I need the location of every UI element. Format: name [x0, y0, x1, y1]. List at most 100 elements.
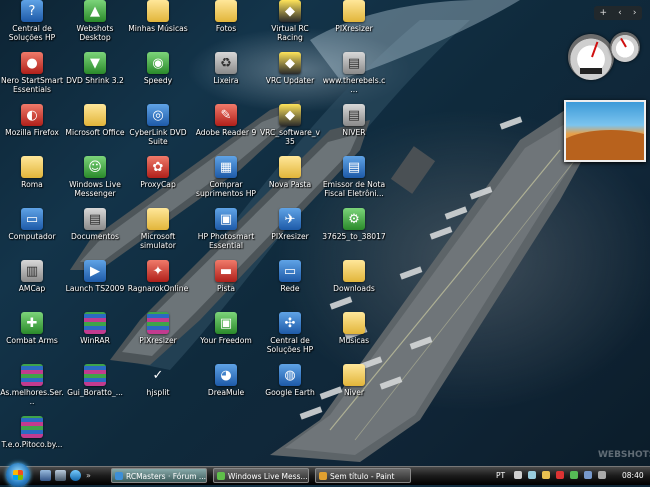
desktop-shortcut[interactable]: ♻ Lixeira: [194, 52, 258, 85]
update-tray-icon[interactable]: [584, 471, 592, 479]
volume-tray-icon[interactable]: [542, 471, 550, 479]
desktop-shortcut[interactable]: ✈ PIXresizer: [258, 208, 322, 241]
desktop-shortcut[interactable]: ◎ CyberLink DVD Suite: [126, 104, 190, 146]
desktop-shortcut[interactable]: ▥ AMCap: [0, 260, 64, 293]
desktop-shortcut[interactable]: Roma: [0, 156, 64, 189]
switch-windows-icon[interactable]: [55, 470, 66, 481]
taskbar-button-messenger[interactable]: Windows Live Mess...: [213, 468, 309, 483]
desktop-shortcut[interactable]: ◍ Google Earth: [258, 364, 322, 397]
desktop-shortcut[interactable]: As.melhores.Ser...: [0, 364, 64, 406]
ie-icon[interactable]: [70, 470, 81, 481]
desktop-shortcut-label: Fotos: [215, 24, 237, 33]
desktop-shortcut[interactable]: Nova Pasta: [258, 156, 322, 189]
desktop-shortcut[interactable]: ▭ Rede: [258, 260, 322, 293]
misc-tray-icon[interactable]: [598, 471, 606, 479]
desktop-shortcut-label: Speedy: [143, 76, 173, 85]
desktop-shortcut-label: Microsoft Office: [65, 128, 125, 137]
quick-launch-overflow-icon[interactable]: »: [86, 470, 92, 481]
desktop-shortcut[interactable]: Minhas Músicas: [126, 0, 190, 33]
desktop-shortcut[interactable]: ▭ Computador: [0, 208, 64, 241]
desktop-shortcut[interactable]: WinRAR: [63, 312, 127, 345]
desktop-shortcut[interactable]: ▤ Emissor de Nota Fiscal Eletrôni...: [322, 156, 386, 198]
paint-icon: [319, 472, 327, 480]
desktop-shortcut[interactable]: ▤ Documentos: [63, 208, 127, 241]
adobe-reader-icon: ✎: [215, 104, 237, 126]
desktop-shortcut[interactable]: ✎ Adobe Reader 9: [194, 104, 258, 137]
taskbar-button-label: Windows Live Mess...: [228, 472, 308, 481]
antivirus-tray-icon[interactable]: [556, 471, 564, 479]
hp-supplies-icon: ▦: [215, 156, 237, 178]
show-desktop-icon[interactable]: [40, 470, 51, 481]
desktop-shortcut[interactable]: PIXresizer: [322, 0, 386, 33]
desktop-shortcut[interactable]: ◆ Virtual RC Racing: [258, 0, 322, 42]
desktop-shortcut[interactable]: ▤ NIVER: [322, 104, 386, 137]
taskbar-clock[interactable]: 08:40: [622, 468, 644, 483]
desktop-shortcut[interactable]: ▶ Launch TS2009: [63, 260, 127, 293]
tray-arrow-icon[interactable]: [514, 471, 522, 479]
folder-icon: [343, 0, 365, 22]
sidebar-controls[interactable]: + ‹ ›: [594, 6, 642, 20]
desktop-shortcut[interactable]: ◉ Speedy: [126, 52, 190, 85]
desktop-shortcut[interactable]: Fotos: [194, 0, 258, 33]
desktop-shortcut[interactable]: ⚙ 37625_to_38017: [322, 208, 386, 241]
desktop-shortcut[interactable]: Microsoft Office: [63, 104, 127, 137]
desktop-shortcut[interactable]: ✿ ProxyCap: [126, 156, 190, 189]
desktop-shortcut[interactable]: ◆ VRC Updater: [258, 52, 322, 85]
desktop-shortcut[interactable]: ◐ Mozilla Firefox: [0, 104, 64, 137]
desktop-shortcut-label: 37625_to_38017: [322, 232, 386, 241]
desktop-shortcut[interactable]: ● Nero StartSmart Essentials: [0, 52, 64, 94]
desktop-shortcut-label: Nero StartSmart Essentials: [1, 76, 63, 94]
desktop-shortcut-label: DVD Shrink 3.2: [66, 76, 124, 85]
desktop-shortcut-label: ProxyCap: [140, 180, 176, 189]
desktop-shortcut-label: AMCap: [18, 284, 46, 293]
taskbar-button-paint[interactable]: Sem título - Paint: [315, 468, 411, 483]
desktop-shortcut[interactable]: T.e.o.Pitoco.by...: [0, 416, 64, 449]
desktop-shortcut[interactable]: ▣ Your Freedom: [194, 312, 258, 345]
desktop-shortcut[interactable]: Microsoft simulator: [126, 208, 190, 250]
desktop-shortcut-label: Mozilla Firefox: [5, 128, 59, 137]
desktop-shortcut[interactable]: PIXresizer: [126, 312, 190, 345]
desktop-shortcut[interactable]: ▼ DVD Shrink 3.2: [63, 52, 127, 85]
desktop-shortcut[interactable]: ◕ DreaMule: [194, 364, 258, 397]
desktop-shortcut-label: Niver: [343, 388, 365, 397]
desktop-shortcut[interactable]: ▤ www.therebels.c...: [322, 52, 386, 94]
input-language-indicator[interactable]: PT: [496, 468, 505, 483]
cpu-meter-gadget[interactable]: [568, 34, 614, 80]
desktop-shortcut[interactable]: ? Central de Soluções HP: [0, 0, 64, 42]
hp-help-icon: ?: [21, 0, 43, 22]
desktop-shortcut[interactable]: ✣ Central de Soluções HP: [258, 312, 322, 354]
folder-icon: [215, 0, 237, 22]
desktop-shortcut[interactable]: ◆ VRC_software_v35: [258, 104, 322, 146]
proxycap-icon: ✿: [147, 156, 169, 178]
desktop-shortcut[interactable]: ☺ Windows Live Messenger: [63, 156, 127, 198]
folder-icon: [343, 260, 365, 282]
winrar-archive-icon: [147, 312, 169, 334]
next-gadget-icon[interactable]: ›: [633, 6, 637, 20]
document-icon: ▤: [343, 104, 365, 126]
taskbar-button-forum[interactable]: RCMasters · Fórum ...: [111, 468, 207, 483]
desktop-shortcut[interactable]: ▲ Webshots Desktop: [63, 0, 127, 42]
desktop-shortcut[interactable]: Niver: [322, 364, 386, 397]
windows-start-orb[interactable]: [6, 463, 30, 487]
desktop-shortcut[interactable]: ▣ HP Photosmart Essential: [194, 208, 258, 250]
nero-icon: ●: [21, 52, 43, 74]
desktop-shortcut[interactable]: ✦ RagnarokOnline: [126, 260, 190, 293]
vrc-software-icon: ◆: [279, 104, 301, 126]
desktop-shortcut[interactable]: ✚ Combat Arms: [0, 312, 64, 345]
desktop-shortcut[interactable]: ▦ Comprar suprimentos HP: [194, 156, 258, 198]
winrar-icon: [84, 312, 106, 334]
previous-gadget-icon[interactable]: ‹: [618, 6, 622, 20]
network-tray-icon[interactable]: [528, 471, 536, 479]
desktop-shortcut[interactable]: ▬ Pista: [194, 260, 258, 293]
desktop-shortcut[interactable]: Musicas: [322, 312, 386, 345]
desktop-shortcut[interactable]: Downloads: [322, 260, 386, 293]
desktop-shortcut[interactable]: Gui_Boratto_...: [63, 364, 127, 397]
desktop-shortcut[interactable]: ✓ hjsplit: [126, 364, 190, 398]
memory-meter-gadget[interactable]: [610, 32, 640, 62]
desert-photo: [566, 130, 644, 160]
desktop-shortcut-label: Combat Arms: [6, 336, 58, 345]
slideshow-gadget[interactable]: [564, 100, 646, 162]
add-gadget-icon[interactable]: +: [600, 6, 608, 20]
desktop-shortcut-label: Microsoft simulator: [140, 232, 176, 250]
messenger-tray-icon[interactable]: [570, 471, 578, 479]
